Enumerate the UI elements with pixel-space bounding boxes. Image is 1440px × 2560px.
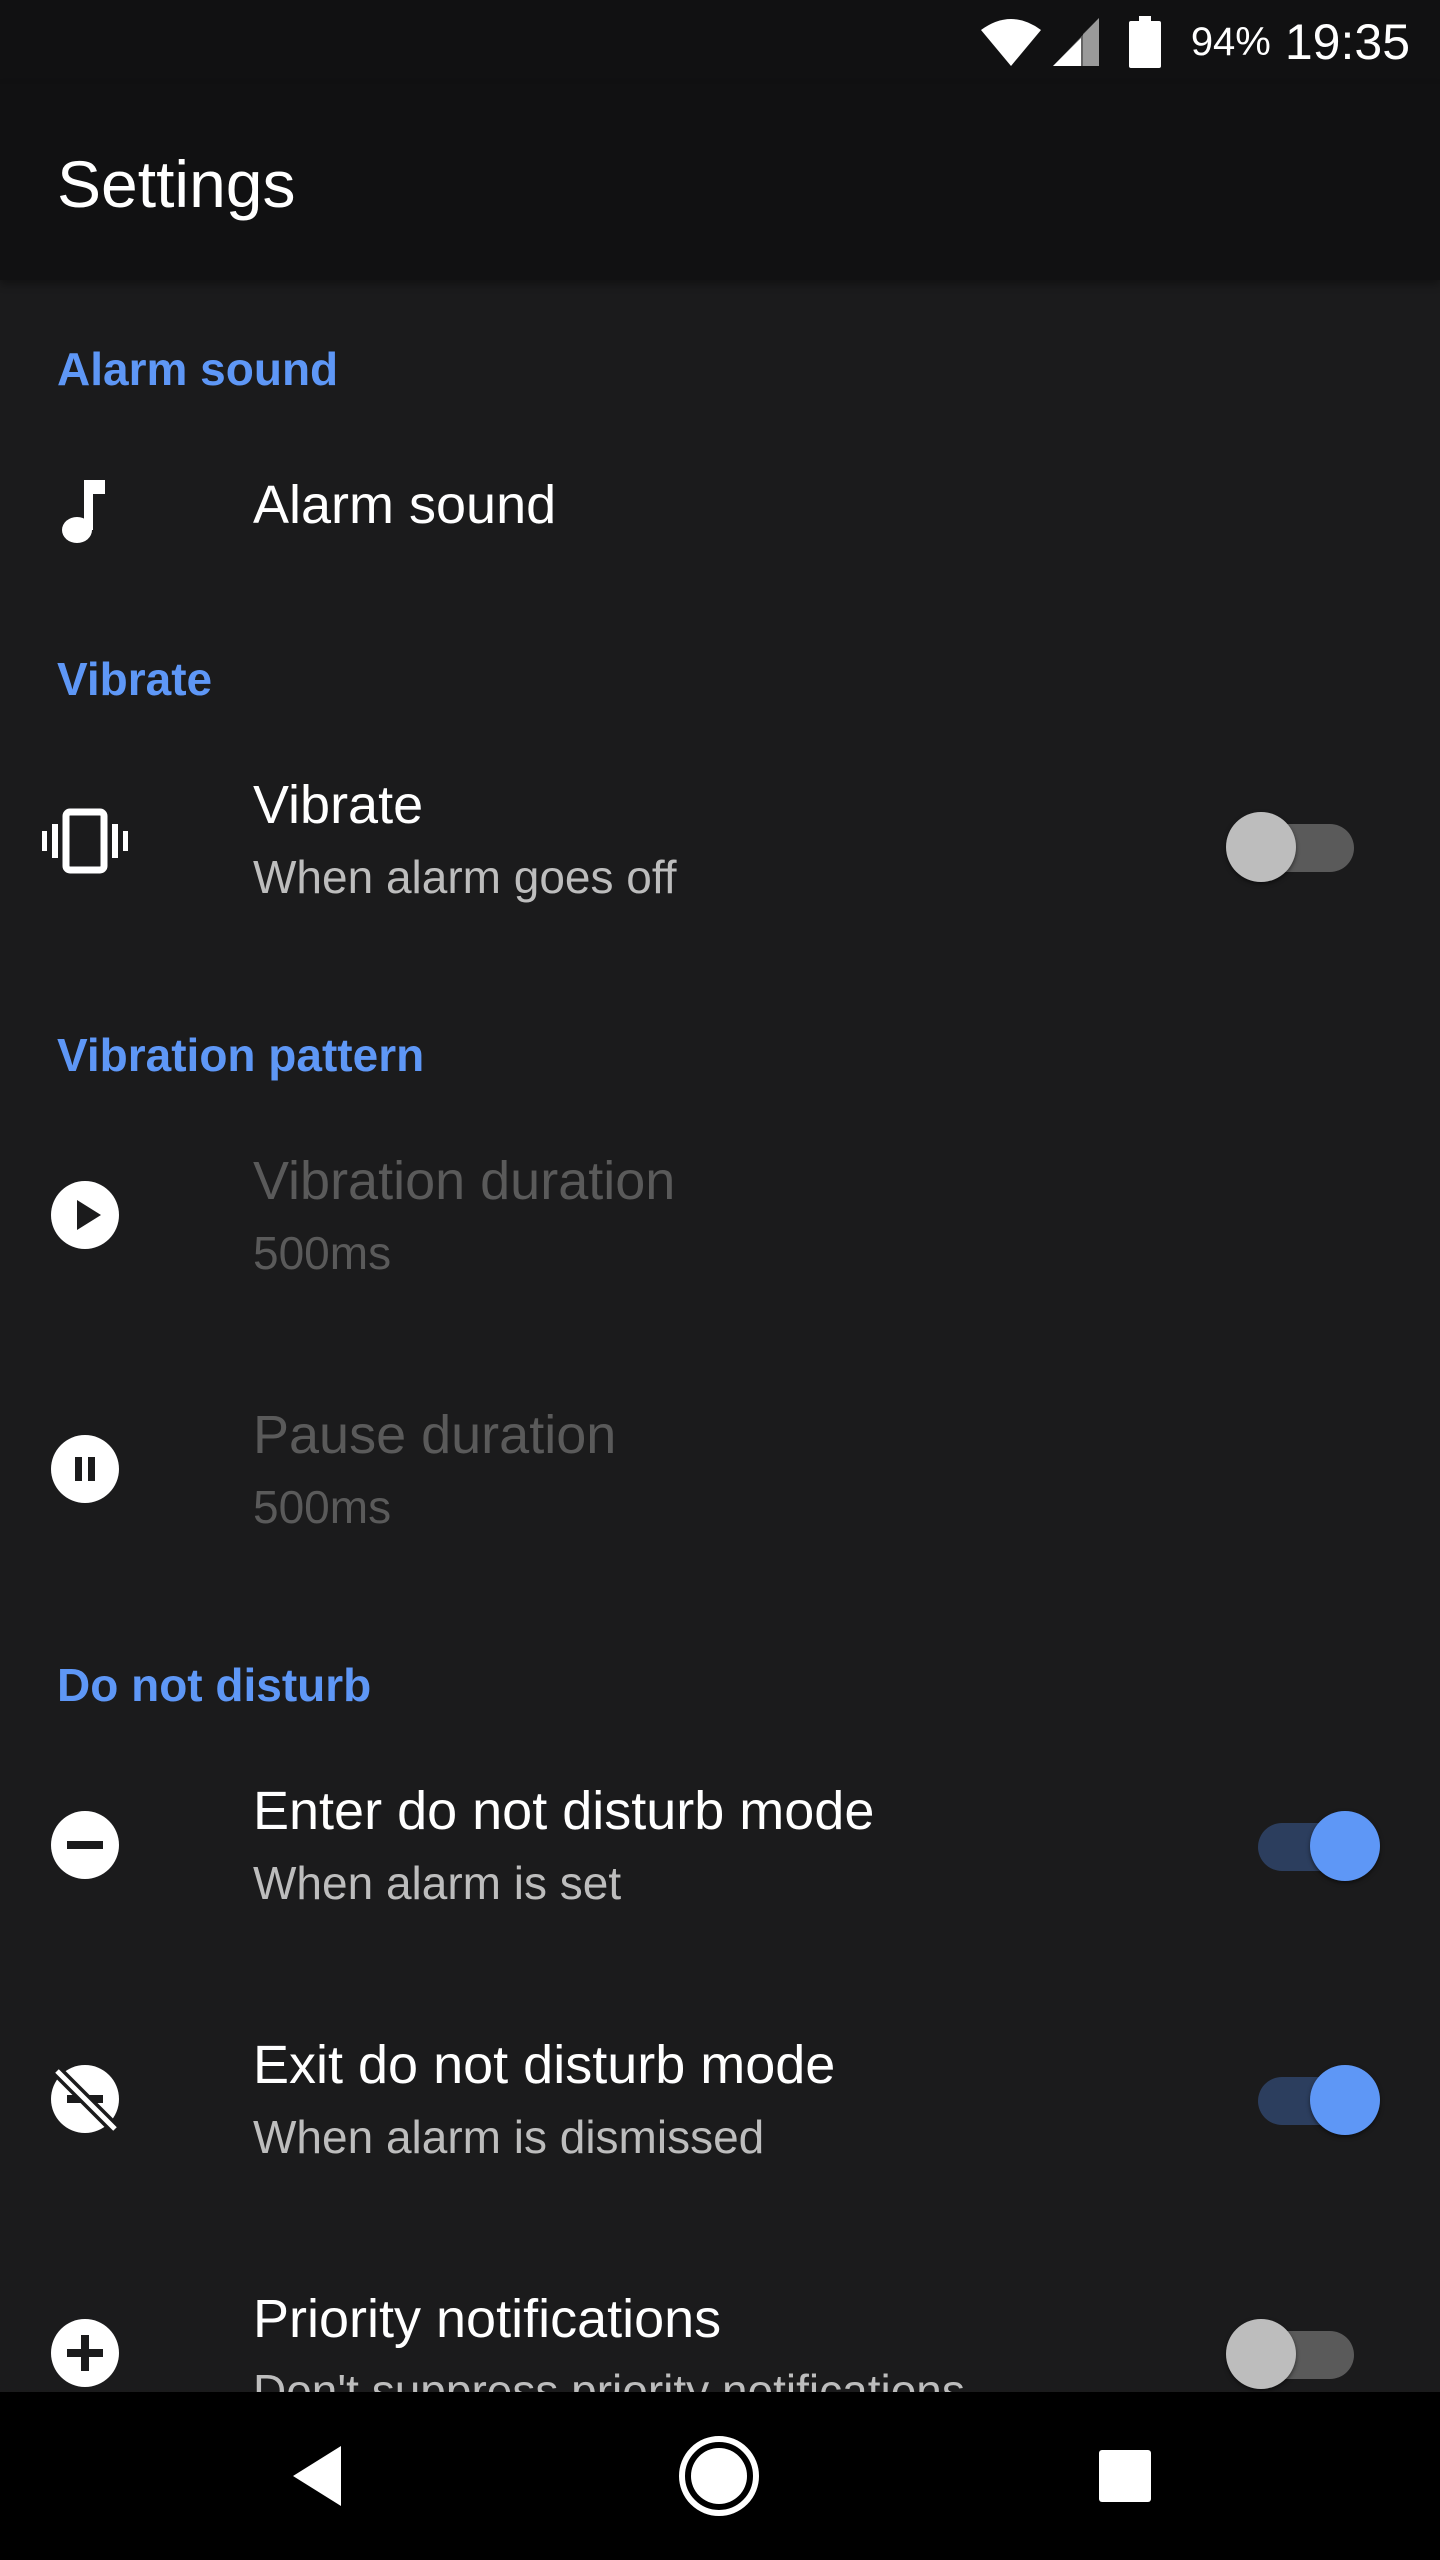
pref-title: Priority notifications [253, 2289, 722, 2349]
priority-toggle[interactable] [1226, 2310, 1360, 2389]
cellular-signal-icon [1051, 16, 1101, 68]
pref-summary: 500ms [253, 1481, 392, 1533]
pref-summary: When alarm is set [253, 1857, 622, 1909]
pref-summary: When alarm goes off [253, 851, 677, 903]
enter-dnd-toggle[interactable] [1252, 1802, 1380, 1881]
vibrate-toggle[interactable] [1226, 803, 1360, 882]
home-icon[interactable] [669, 2426, 769, 2526]
pref-summary: When alarm is dismissed [253, 2111, 765, 2163]
pref-vibration-duration[interactable]: Vibration duration 500ms [0, 1116, 1440, 1356]
navigation-bar [0, 2392, 1440, 2560]
pref-title: Exit do not disturb mode [253, 2035, 836, 2095]
page-title: Settings [57, 147, 296, 221]
pref-exit-dnd[interactable]: Exit do not disturb mode When alarm is d… [0, 2000, 1440, 2240]
vibration-icon [42, 798, 128, 884]
section-header-do-not-disturb: Do not disturb [57, 1659, 372, 1711]
pref-alarm-sound[interactable]: Alarm sound [0, 430, 1440, 590]
battery-percentage: 94% [1190, 19, 1271, 64]
pref-title: Pause duration [253, 1405, 617, 1465]
toggle-thumb [1310, 2065, 1380, 2135]
exit-dnd-toggle[interactable] [1252, 2056, 1380, 2135]
back-icon[interactable] [267, 2426, 367, 2526]
do-not-disturb-off-icon [42, 2056, 128, 2142]
toggle-thumb [1226, 2319, 1296, 2389]
status-icons: 94% 19:35 [979, 12, 1410, 72]
toggle-thumb [1226, 812, 1296, 882]
add-circle-icon [42, 2310, 128, 2392]
settings-list[interactable]: Alarm sound Alarm sound Vibrate Vibrate … [0, 280, 1440, 2392]
toggle-thumb [1310, 1811, 1380, 1881]
pref-pause-duration[interactable]: Pause duration 500ms [0, 1370, 1440, 1610]
music-note-icon [42, 468, 128, 554]
pref-title: Vibrate [253, 775, 424, 835]
status-bar: 94% 19:35 [0, 0, 1440, 84]
pref-enter-dnd[interactable]: Enter do not disturb mode When alarm is … [0, 1746, 1440, 1986]
do-not-disturb-icon [42, 1802, 128, 1888]
battery-icon [1128, 16, 1161, 68]
pref-vibrate[interactable]: Vibrate When alarm goes off [0, 740, 1440, 960]
section-header-alarm-sound: Alarm sound [57, 343, 339, 395]
pause-circle-icon [42, 1426, 128, 1512]
play-circle-icon [42, 1172, 128, 1258]
pref-title: Vibration duration [253, 1151, 676, 1211]
clock: 19:35 [1284, 14, 1410, 70]
pref-title: Alarm sound [253, 475, 557, 535]
pref-summary: 500ms [253, 1227, 392, 1279]
section-header-vibrate: Vibrate [57, 653, 213, 705]
pref-title: Enter do not disturb mode [253, 1781, 875, 1841]
pref-summary: Don't suppress priority notifications [253, 2365, 965, 2392]
recents-icon[interactable] [1075, 2426, 1175, 2526]
app-bar: Settings [0, 84, 1440, 280]
section-header-vibration-pattern: Vibration pattern [57, 1029, 425, 1081]
pref-priority-notifications[interactable]: Priority notifications Don't suppress pr… [0, 2254, 1440, 2392]
wifi-icon [979, 16, 1043, 68]
